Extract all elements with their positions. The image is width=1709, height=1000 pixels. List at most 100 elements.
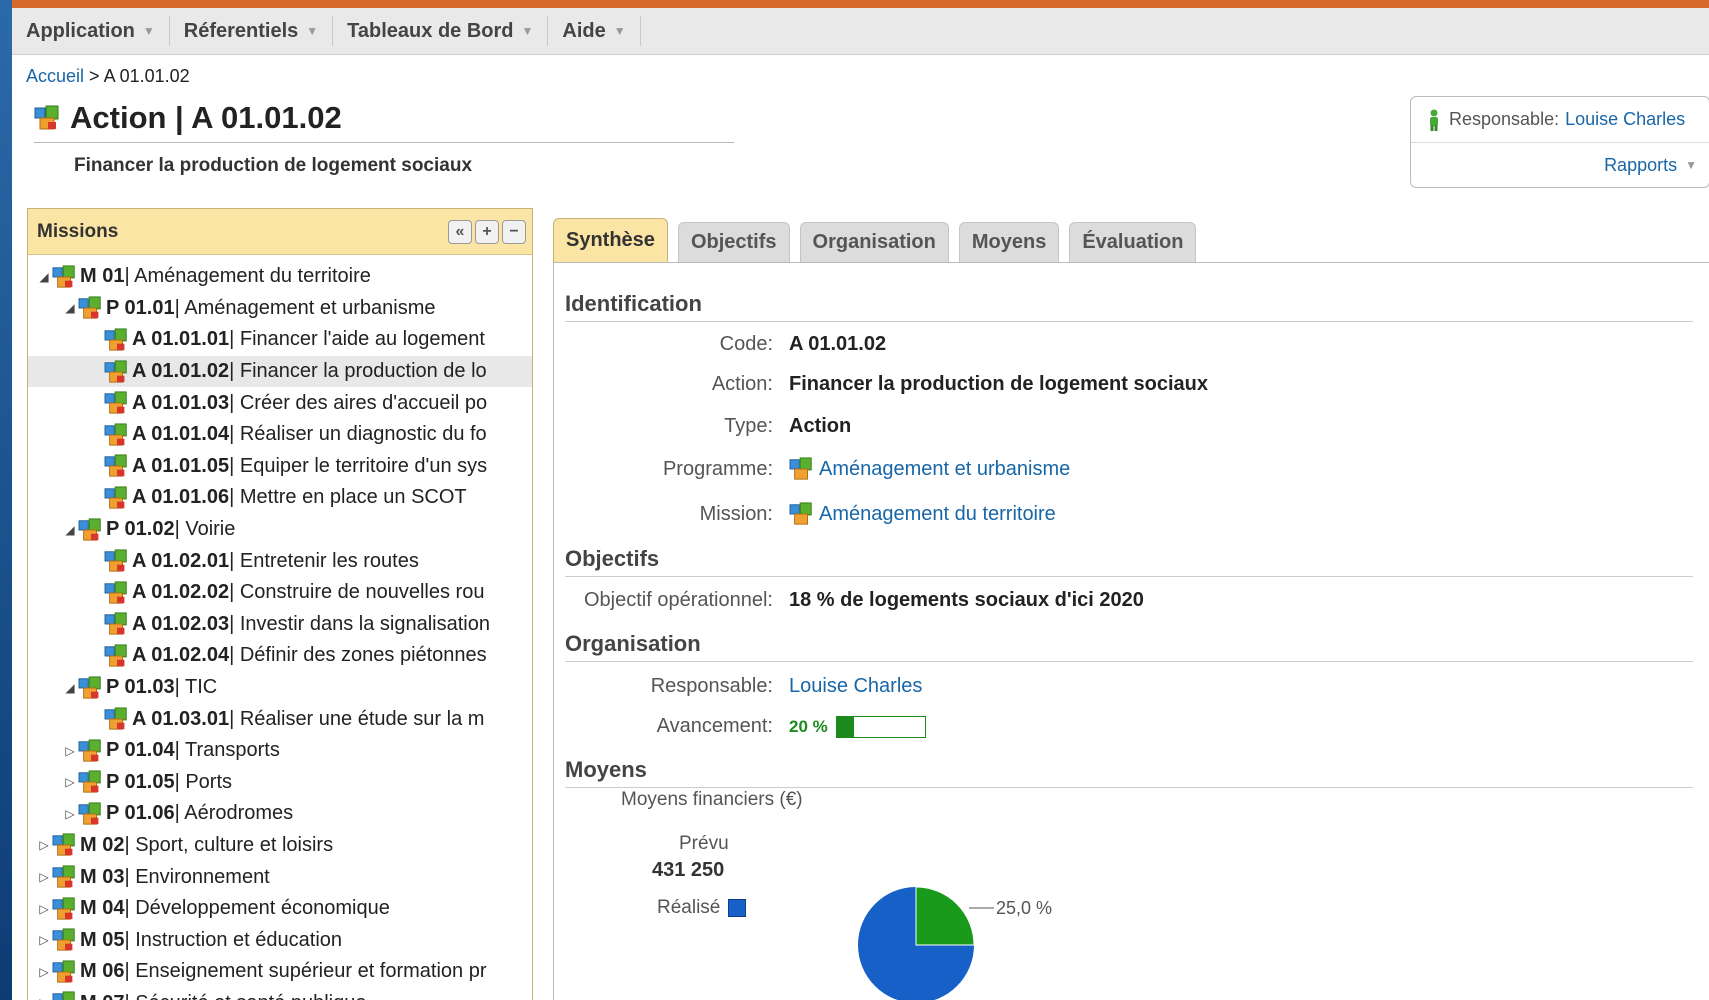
menu-referentiels[interactable]: Réferentiels ▼ <box>170 16 334 46</box>
tree-node-code: P 01.05 <box>106 770 175 793</box>
tree-toggle-icon[interactable]: ▷ <box>62 807 78 821</box>
programme-link[interactable]: Aménagement et urbanisme <box>789 457 1070 481</box>
tree-toggle-icon[interactable]: ▷ <box>36 870 52 884</box>
type-label: Type: <box>724 415 773 437</box>
tree-row[interactable]: A 01.01.04 | Réaliser un diagnostic du f… <box>28 419 532 451</box>
action-value: Financer la production de logement socia… <box>789 373 1208 395</box>
tree-row[interactable]: A 01.02.03 | Investir dans la signalisat… <box>28 609 532 641</box>
realise-legend: Réalisé <box>657 897 747 919</box>
tree-row[interactable]: A 01.02.04 | Définir des zones piétonnes <box>28 640 532 672</box>
rapports-dropdown[interactable]: Rapports <box>1604 155 1677 176</box>
tree-row[interactable]: ◢ M 01 | Aménagement du territoire <box>28 261 532 293</box>
tree-row[interactable]: A 01.01.02 | Financer la production de l… <box>28 355 532 388</box>
menu-application[interactable]: Application ▼ <box>12 16 170 46</box>
tree-node-icon <box>78 675 101 699</box>
tree-toggle-icon[interactable]: ◢ <box>62 681 78 695</box>
tree-toggle-icon[interactable]: ▷ <box>36 965 52 979</box>
tab-organisation[interactable]: Organisation <box>799 222 949 262</box>
mission-link[interactable]: Aménagement du territoire <box>789 502 1056 526</box>
tree-node-label: | Transports <box>174 739 280 762</box>
tree-toggle-icon[interactable]: ▷ <box>36 933 52 947</box>
expand-button[interactable]: + <box>475 219 499 244</box>
tree-row[interactable]: A 01.01.01 | Financer l'aide au logement <box>28 324 532 356</box>
chevron-down-icon: ▼ <box>1685 158 1697 172</box>
responsable-row: Responsable: Louise Charles <box>1411 97 1709 143</box>
menu-aide[interactable]: Aide ▼ <box>548 16 641 46</box>
tree-row[interactable]: ▷ M 05 | Instruction et éducation <box>28 924 532 956</box>
tree-node-code: M 05 <box>80 928 125 951</box>
tree-row[interactable]: A 01.01.05 | Equiper le territoire d'un … <box>28 451 532 483</box>
tree-node-label: | Enseignement supérieur et formation pr <box>124 960 487 983</box>
prevu-label: Prévu <box>679 833 729 854</box>
tree-row[interactable]: ◢ P 01.01 | Aménagement et urbanisme <box>28 293 532 325</box>
rapports-row: Rapports ▼ <box>1411 143 1709 187</box>
page-title: Action | A 01.01.02 <box>34 100 734 143</box>
tree-node-label: | Créer des aires d'accueil po <box>229 391 488 414</box>
tree-row[interactable]: ◢ P 01.03 | TIC <box>28 672 532 704</box>
tree-row[interactable]: ▷ P 01.06 | Aérodromes <box>28 798 532 830</box>
tree-node-label: | Instruction et éducation <box>124 928 343 951</box>
responsable-link[interactable]: Louise Charles <box>1565 109 1685 130</box>
tree-node-icon <box>104 549 127 572</box>
tree-node-icon <box>104 391 127 414</box>
collapse-all-button[interactable]: « <box>448 219 472 244</box>
tree-row[interactable]: ▷ M 03 | Environnement <box>28 861 532 893</box>
tree-row[interactable]: A 01.02.01 | Entretenir les routes <box>28 545 532 577</box>
identification-title: Identification <box>565 291 1693 322</box>
tree-node-icon <box>52 928 75 951</box>
objectif-value: 18 % de logements sociaux d'ici 2020 <box>789 589 1144 611</box>
tree-node-code: M 06 <box>80 960 125 983</box>
tab-moyens[interactable]: Moyens <box>958 222 1060 262</box>
tree-toggle-icon[interactable]: ▷ <box>36 996 52 1000</box>
tree-node-icon <box>52 897 75 920</box>
tree-row[interactable]: ▷ P 01.04 | Transports <box>28 735 532 767</box>
tree-row[interactable]: A 01.01.03 | Créer des aires d'accueil p… <box>28 387 532 419</box>
tab-synthese[interactable]: Synthèse <box>553 218 668 262</box>
tree-node-icon <box>104 707 127 730</box>
breadcrumb-home-link[interactable]: Accueil <box>26 66 84 86</box>
tree-toggle-icon[interactable]: ▷ <box>36 838 52 852</box>
tree-node-label: | Investir dans la signalisation <box>229 612 490 635</box>
synthese-panel: Identification Code: A 01.01.02 Action: … <box>553 262 1709 1000</box>
tree-toggle-icon[interactable]: ▷ <box>62 744 78 758</box>
tree-toggle-icon[interactable]: ◢ <box>62 301 78 315</box>
tree-node-label: | Aménagement du territoire <box>124 265 371 288</box>
tree-row[interactable]: ▷ M 02 | Sport, culture et loisirs <box>28 830 532 862</box>
type-value: Action <box>789 415 852 437</box>
org-responsable-link[interactable]: Louise Charles <box>789 675 922 698</box>
tree-row[interactable]: ▷ M 04 | Développement économique <box>28 893 532 925</box>
tree-node-code: P 01.02 <box>106 518 175 541</box>
code-label: Code: <box>719 333 773 355</box>
tree-row[interactable]: A 01.01.06 | Mettre en place un SCOT <box>28 482 532 514</box>
tree-row[interactable]: ◢ P 01.02 | Voirie <box>28 514 532 546</box>
tree-node-code: M 01 <box>80 265 125 288</box>
tree-node-label: | Mettre en place un SCOT <box>229 486 467 509</box>
tree-row[interactable]: ▷ M 07 | Sécurité et santé publique <box>28 988 532 1000</box>
tree-node-code: A 01.02.01 <box>132 549 230 572</box>
tree-node-icon <box>104 486 127 509</box>
tree-row[interactable]: ▷ P 01.05 | Ports <box>28 767 532 799</box>
realise-label: Réalisé <box>657 897 721 918</box>
chevron-down-icon: ▼ <box>142 24 155 38</box>
menu-tableaux-de-bord[interactable]: Tableaux de Bord ▼ <box>333 16 549 46</box>
tree-node-icon <box>52 265 75 288</box>
menu-bar: Application ▼ Réferentiels ▼ Tableaux de B… <box>12 8 1709 55</box>
tree-node-label: | Financer l'aide au logement <box>229 328 485 351</box>
tree-row[interactable]: A 01.02.02 | Construire de nouvelles rou <box>28 577 532 609</box>
tab-evaluation[interactable]: Évaluation <box>1069 222 1197 262</box>
tree-row[interactable]: A 01.03.01 | Réaliser une étude sur la m <box>28 703 532 735</box>
tab-objectifs[interactable]: Objectifs <box>677 222 790 262</box>
tree-toggle-icon[interactable]: ◢ <box>62 523 78 537</box>
tree-toggle-icon[interactable]: ▷ <box>62 775 78 789</box>
tree-toggle-icon[interactable]: ◢ <box>36 270 52 284</box>
tree-node-code: M 04 <box>80 897 125 920</box>
collapse-button[interactable]: − <box>502 219 526 244</box>
tree-toggle-icon[interactable]: ▷ <box>36 902 52 916</box>
action-node-icon <box>34 105 59 130</box>
tree-row[interactable]: ▷ M 06 | Enseignement supérieur et format… <box>28 956 532 988</box>
tree-node-icon <box>78 739 101 762</box>
tree-node-code: P 01.03 <box>106 676 175 699</box>
page-header: Action | A 01.01.02 Financer la producti… <box>34 100 734 177</box>
programme-field: Programme: Aménagement et urbanisme <box>554 457 1070 481</box>
person-icon <box>1430 109 1438 131</box>
